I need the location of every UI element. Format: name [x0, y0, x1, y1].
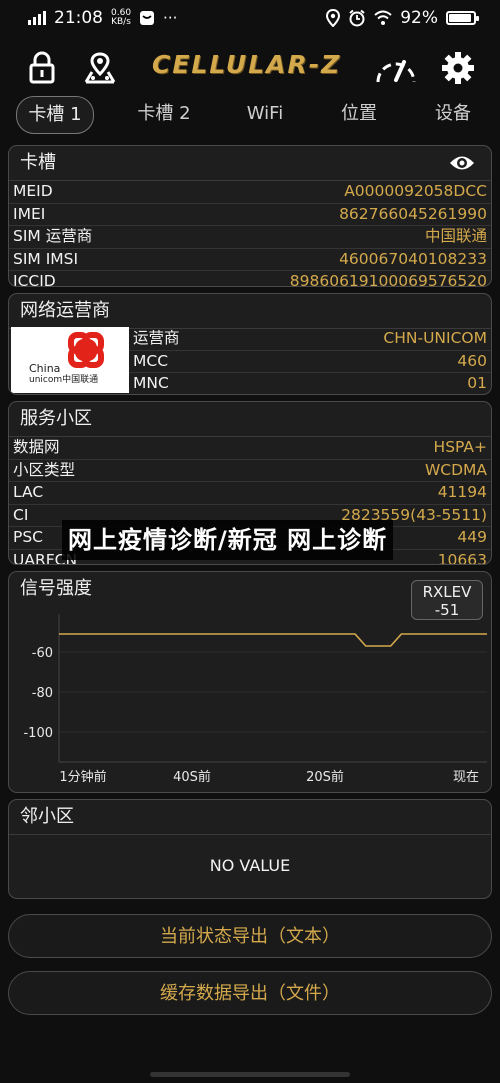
overlay-caption: 网上疫情诊断/新冠 网上诊断: [62, 520, 394, 560]
signal-chart: -60 -80 -100 1分钟前 40S前 20S前 现在: [23, 614, 487, 785]
cell-row-network: 数据网 HSPA+: [9, 437, 491, 460]
tab-bar: 卡槽 1 卡槽 2 WiFi 位置 设备: [0, 96, 500, 136]
carrier-logo: China unicom中国联通: [11, 327, 129, 393]
x-tick-label: 现在: [453, 770, 479, 785]
tab-device[interactable]: 设备: [420, 96, 486, 132]
network-row-mcc: MCC 460: [129, 351, 491, 374]
network-row-operator: 运营商 CHN-UNICOM: [129, 328, 491, 351]
tab-location[interactable]: 位置: [326, 96, 392, 132]
network-operator-panel: 网络运营商 China unicom中国联通 运营商 CHN-UNICOM MCC…: [8, 293, 492, 395]
neighbor-empty-text: NO VALUE: [209, 856, 291, 875]
network-speed: 0.60 KB/s: [111, 8, 132, 27]
status-bar: 21:08 0.60 KB/s ··· 92%: [0, 0, 500, 38]
speedometer-icon[interactable]: [374, 48, 418, 88]
battery-percent: 92%: [400, 8, 438, 28]
cell-row-type: 小区类型 WCDMA: [9, 460, 491, 483]
x-tick-label: 20S前: [306, 769, 344, 785]
x-tick-label: 1分钟前: [59, 769, 106, 785]
export-file-button[interactable]: 缓存数据导出（文件）: [8, 971, 492, 1015]
sim-card-panel: 卡槽 MEID A0000092058DCC IMEI 86276604526199…: [8, 145, 492, 287]
sim-row-operator: SIM 运营商 中国联通: [9, 226, 491, 249]
message-app-icon: [140, 11, 155, 25]
tab-sim-2[interactable]: 卡槽 2: [124, 96, 204, 132]
sim-row-imei: IMEI 862766045261990: [9, 204, 491, 227]
signal-strength-icon: [28, 11, 46, 25]
cell-title: 服务小区: [9, 402, 491, 437]
tab-wifi[interactable]: WiFi: [232, 96, 298, 132]
app-logo: CELLULAR-Z: [152, 50, 342, 79]
home-indicator[interactable]: [150, 1072, 350, 1077]
lock-icon[interactable]: [22, 48, 62, 88]
cell-row-lac: LAC 41194: [9, 482, 491, 505]
tab-sim-1[interactable]: 卡槽 1: [16, 96, 94, 134]
sim-row-iccid: ICCID 89860619100069576520: [13, 272, 487, 287]
eye-icon[interactable]: [449, 153, 475, 173]
gear-icon[interactable]: [438, 48, 478, 88]
sim-row-meid: MEID A0000092058DCC: [9, 181, 491, 204]
x-tick-label: 40S前: [173, 769, 211, 785]
network-row-mnc: MNC 01: [133, 374, 487, 393]
export-text-button[interactable]: 当前状态导出（文本）: [8, 914, 492, 958]
carrier-logo-text-bottom: unicom中国联通: [29, 375, 99, 385]
network-title: 网络运营商: [9, 294, 491, 329]
carrier-logo-text-top: China: [29, 362, 61, 375]
clock: 21:08: [54, 8, 103, 28]
y-tick-label: -60: [32, 646, 53, 661]
neighbor-title: 邻小区: [9, 800, 491, 835]
y-tick-label: -100: [23, 726, 53, 741]
more-notifications: ···: [163, 9, 178, 27]
location-icon: [326, 9, 341, 27]
sim-row-imsi: SIM IMSI 460067040108233: [9, 249, 491, 272]
alarm-icon: [349, 9, 365, 27]
battery-icon: [446, 11, 479, 25]
signal-strength-panel: 信号强度 RXLEV -51 -60 -80 -100 1分钟前 40S前 20S前 现在: [8, 571, 492, 793]
sim-card-title: 卡槽: [9, 146, 491, 181]
map-location-icon[interactable]: [80, 48, 120, 88]
y-tick-label: -80: [32, 686, 53, 701]
neighbor-cells-panel: 邻小区 NO VALUE: [8, 799, 492, 899]
signal-series-line: [59, 633, 487, 647]
wifi-icon: [374, 10, 392, 25]
